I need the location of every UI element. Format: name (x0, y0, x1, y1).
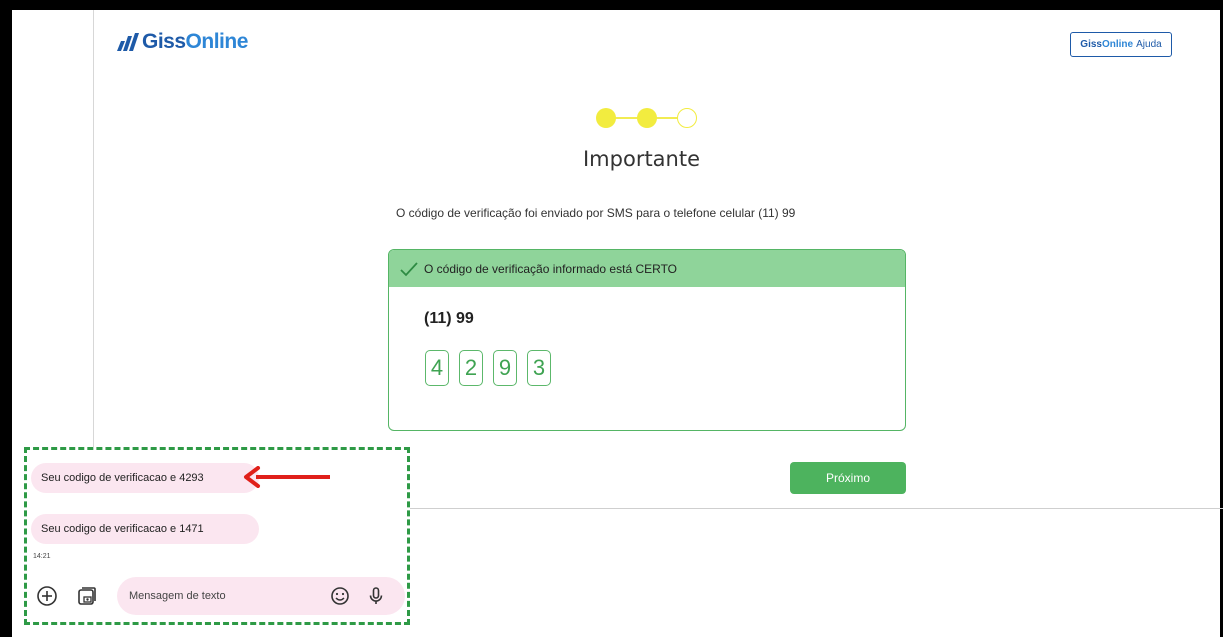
verification-instructions: O código de verificação foi enviado por … (396, 206, 796, 220)
step-indicator (596, 105, 698, 131)
code-digit-1[interactable]: 4 (425, 350, 449, 386)
add-icon[interactable] (35, 584, 59, 608)
sms-annotation-panel: Seu codigo de verificacao e 4293 Seu cod… (24, 447, 410, 625)
help-brand-part1: Giss (1080, 39, 1102, 50)
step-dot-pending (677, 108, 697, 128)
sms-message-bubble: Seu codigo de verificacao e 4293 (31, 463, 259, 493)
phone-number: (11) 99 (424, 310, 474, 327)
help-label: Ajuda (1136, 39, 1162, 50)
screen-frame-left (0, 0, 12, 637)
message-compose-bar (117, 577, 405, 615)
logo-bars-icon (117, 33, 139, 51)
sms-timestamp: 14:21 (33, 553, 51, 560)
code-digit-2[interactable]: 2 (459, 350, 483, 386)
code-digit-3[interactable]: 9 (493, 350, 517, 386)
screen-frame-top (0, 0, 1223, 10)
microphone-icon[interactable] (365, 585, 387, 607)
step-dot-completed (596, 108, 616, 128)
content-divider-vertical (93, 10, 94, 458)
success-alert: O código de verificação informado está C… (389, 250, 905, 287)
help-brand-part2: Online (1101, 39, 1134, 50)
code-digit-4[interactable]: 3 (527, 350, 551, 386)
content-divider-horizontal (410, 508, 1223, 509)
success-message: O código de verificação informado está C… (424, 261, 678, 276)
page-title: Importante (582, 147, 701, 171)
verification-card: O código de verificação informado está C… (388, 249, 906, 431)
code-input-group: 4 2 9 3 (425, 350, 551, 386)
step-dot-completed (637, 108, 657, 128)
check-icon (400, 261, 418, 276)
next-button[interactable]: Próximo (790, 462, 906, 494)
red-arrow-icon (244, 466, 330, 488)
gallery-icon[interactable] (75, 584, 99, 608)
sms-message-bubble: Seu codigo de verificacao e 1471 (31, 514, 259, 544)
emoji-icon[interactable] (329, 585, 351, 607)
logo-text: GissOnline (142, 30, 248, 53)
help-button[interactable]: Giss Online Ajuda (1070, 32, 1172, 57)
gissonline-logo[interactable]: GissOnline (117, 28, 248, 56)
message-input[interactable] (129, 587, 319, 605)
